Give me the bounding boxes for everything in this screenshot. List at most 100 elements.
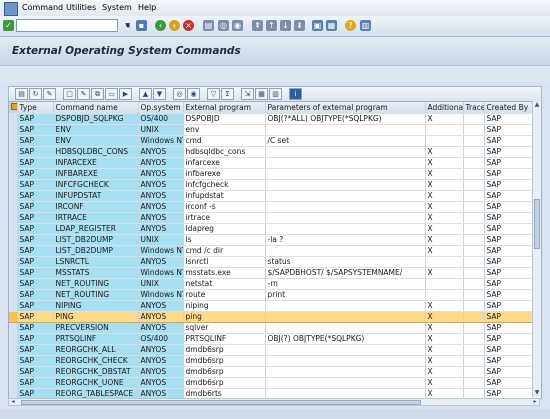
cell-op-system[interactable]: ANYOS (138, 201, 184, 213)
row-selector[interactable] (9, 322, 18, 334)
next-page-icon[interactable]: ↓ (280, 20, 291, 31)
cell-additional[interactable]: X (425, 377, 464, 389)
cell-trace[interactable] (463, 201, 485, 213)
table-row[interactable]: SAP PRTSQLINF OS/400 PRTSQLINF OBJ(?) OBJTYP… (9, 333, 534, 345)
cell-parameters[interactable] (265, 366, 426, 378)
cell-parameters[interactable] (265, 146, 426, 158)
cell-parameters[interactable] (265, 344, 426, 356)
cell-created-by[interactable]: SAP (484, 190, 534, 202)
cell-additional[interactable]: X (425, 344, 464, 356)
cell-created-by[interactable]: SAP (484, 179, 534, 191)
row-selector[interactable] (9, 355, 18, 367)
cell-additional[interactable] (425, 124, 464, 136)
cell-type[interactable]: SAP (17, 377, 54, 389)
cell-op-system[interactable]: ANYOS (138, 355, 184, 367)
find-next-icon[interactable]: ◉ (232, 20, 243, 31)
cell-additional[interactable]: X (425, 113, 464, 125)
cell-trace[interactable] (463, 300, 485, 312)
save-icon[interactable]: ▪ (136, 20, 147, 31)
cell-created-by[interactable]: SAP (484, 289, 534, 301)
cell-external-program[interactable]: infcfgcheck (183, 179, 266, 191)
cell-parameters[interactable] (265, 377, 426, 389)
cell-parameters[interactable] (265, 311, 426, 323)
cell-op-system[interactable]: ANYOS (138, 366, 184, 378)
cell-external-program[interactable]: sqlver (183, 322, 266, 334)
first-page-icon[interactable]: ⇞ (252, 20, 263, 31)
cell-external-program[interactable]: PRTSQLINF (183, 333, 266, 345)
table-row[interactable]: SAP LSNRCTL ANYOS lsnrctl status SAP (9, 256, 534, 268)
cell-created-by[interactable]: SAP (484, 212, 534, 224)
cell-command-name[interactable]: INFCFGCHECK (53, 179, 139, 191)
cell-additional[interactable] (425, 135, 464, 147)
cell-type[interactable]: SAP (17, 289, 54, 301)
table-row[interactable]: SAP NET_ROUTING UNIX netstat -rn SAP (9, 278, 534, 290)
cell-trace[interactable] (463, 333, 485, 345)
cell-command-name[interactable]: LSNRCTL (53, 256, 139, 268)
table-row[interactable]: SAP REORGCHK_ALL ANYOS dmdb6srp X SAP (9, 344, 534, 356)
cell-type[interactable]: SAP (17, 245, 54, 257)
cell-type[interactable]: SAP (17, 212, 54, 224)
row-selector[interactable] (9, 146, 18, 158)
info-icon[interactable]: i (289, 88, 302, 100)
scroll-up-icon[interactable]: ▲ (533, 101, 541, 109)
cell-parameters[interactable] (265, 322, 426, 334)
cell-created-by[interactable]: SAP (484, 278, 534, 290)
cell-trace[interactable] (463, 223, 485, 235)
cell-op-system[interactable]: ANYOS (138, 344, 184, 356)
cell-created-by[interactable]: SAP (484, 322, 534, 334)
vertical-scroll-thumb[interactable] (534, 199, 540, 249)
cell-external-program[interactable]: msstats.exe (183, 267, 266, 279)
cell-command-name[interactable]: REORGCHK_UONE (53, 377, 139, 389)
cell-created-by[interactable]: SAP (484, 245, 534, 257)
cell-additional[interactable]: X (425, 190, 464, 202)
cell-trace[interactable] (463, 355, 485, 367)
cell-created-by[interactable]: SAP (484, 311, 534, 323)
cell-op-system[interactable]: ANYOS (138, 300, 184, 312)
table-row[interactable]: SAP PING ANYOS ping X SAP (9, 311, 534, 323)
table-row[interactable]: SAP INFUPDSTAT ANYOS infupdstat X SAP (9, 190, 534, 202)
table-row[interactable]: SAP REORGCHK_UONE ANYOS dmdb6srp X SAP (9, 377, 534, 389)
cell-additional[interactable]: X (425, 267, 464, 279)
cell-trace[interactable] (463, 146, 485, 158)
cell-op-system[interactable]: UNIX (138, 124, 184, 136)
cell-parameters[interactable]: /C set (265, 135, 426, 147)
cell-op-system[interactable]: Windows NT (138, 135, 184, 147)
cancel-icon[interactable]: × (183, 20, 194, 31)
cell-trace[interactable] (463, 124, 485, 136)
cell-created-by[interactable]: SAP (484, 146, 534, 158)
column-header-created-by[interactable]: Created By (484, 102, 534, 114)
cell-external-program[interactable]: infarcexe (183, 157, 266, 169)
cell-parameters[interactable]: -rn (265, 278, 426, 290)
last-page-icon[interactable]: ⇟ (294, 20, 305, 31)
history-back-icon[interactable]: ◂ (122, 20, 133, 31)
table-row[interactable]: SAP IRTRACE ANYOS irtrace X SAP (9, 212, 534, 224)
cell-external-program[interactable]: infbarexe (183, 168, 266, 180)
cell-type[interactable]: SAP (17, 157, 54, 169)
cell-type[interactable]: SAP (17, 366, 54, 378)
table-row[interactable]: SAP NIPING ANYOS niping X SAP (9, 300, 534, 312)
cell-op-system[interactable]: ANYOS (138, 168, 184, 180)
cell-op-system[interactable]: Windows NT (138, 267, 184, 279)
table-row[interactable]: SAP MSSTATS Windows NT msstats.exe $/SAPDBHO… (9, 267, 534, 279)
column-header-trace[interactable]: Trace (463, 102, 485, 114)
cell-type[interactable]: SAP (17, 124, 54, 136)
cell-additional[interactable]: X (425, 322, 464, 334)
edit-icon[interactable]: ✎ (77, 88, 90, 100)
table-row[interactable]: SAP INFBAREXE ANYOS infbarexe X SAP (9, 168, 534, 180)
create-icon[interactable]: □ (63, 88, 76, 100)
cell-command-name[interactable]: INFBAREXE (53, 168, 139, 180)
cell-external-program[interactable]: dmdb6srp (183, 355, 266, 367)
cell-command-name[interactable]: INFUPDSTAT (53, 190, 139, 202)
row-selector[interactable] (9, 300, 18, 312)
row-selector[interactable] (9, 212, 18, 224)
row-selector[interactable] (9, 366, 18, 378)
cell-trace[interactable] (463, 322, 485, 334)
horizontal-scrollbar[interactable]: ◂ ▸ (8, 398, 540, 406)
cell-created-by[interactable]: SAP (484, 135, 534, 147)
cell-external-program[interactable]: env (183, 124, 266, 136)
help-icon[interactable]: ? (345, 20, 356, 31)
layout-icon[interactable]: ▦ (255, 88, 268, 100)
cell-op-system[interactable]: ANYOS (138, 223, 184, 235)
row-selector[interactable] (9, 179, 18, 191)
cell-additional[interactable] (425, 289, 464, 301)
